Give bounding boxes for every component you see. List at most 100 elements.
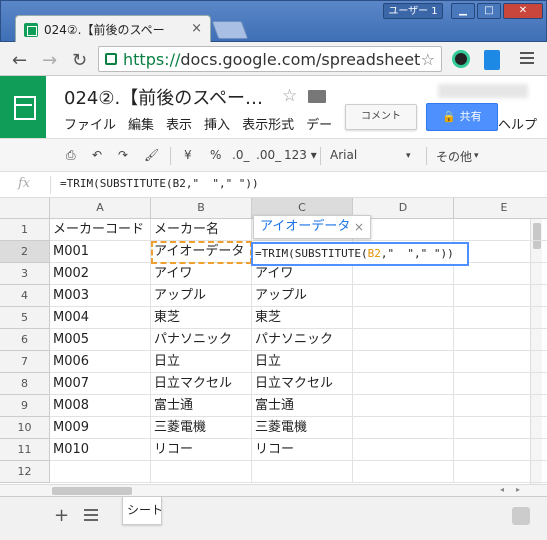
cell-d9[interactable] <box>353 395 454 417</box>
sheet-list-icon[interactable] <box>84 509 98 521</box>
cell-a11[interactable]: M010 <box>50 439 151 461</box>
cell-a10[interactable]: M009 <box>50 417 151 439</box>
reload-icon[interactable]: ↻ <box>72 50 87 71</box>
cell-b10[interactable]: 三菱電機 <box>151 417 252 439</box>
cell-e3[interactable] <box>454 263 547 285</box>
cell-a4[interactable]: M003 <box>50 285 151 307</box>
font-family-dropdown[interactable]: Arial <box>330 148 357 162</box>
cell-d3[interactable] <box>353 263 454 285</box>
cell-c6[interactable]: パナソニック <box>252 329 353 351</box>
cell-e10[interactable] <box>454 417 547 439</box>
horizontal-scroll-thumb[interactable] <box>52 487 132 495</box>
new-tab-button[interactable] <box>211 21 249 39</box>
undo-icon[interactable]: ↶ <box>92 148 102 162</box>
cell-e12[interactable] <box>454 461 547 483</box>
browser-tab[interactable]: 024②.【前後のスペー × <box>15 15 211 43</box>
cell-d11[interactable] <box>353 439 454 461</box>
cell-c9[interactable]: 富士通 <box>252 395 353 417</box>
row-header-1[interactable]: 1 <box>0 219 50 241</box>
number-format-dropdown[interactable]: 123 ▾ <box>284 148 317 162</box>
menu-edit[interactable]: 編集 <box>128 114 154 133</box>
cell-e11[interactable] <box>454 439 547 461</box>
cell-a9[interactable]: M008 <box>50 395 151 417</box>
browser-menu-icon[interactable] <box>520 52 534 66</box>
extension-book-icon[interactable] <box>484 50 500 70</box>
cell-e5[interactable] <box>454 307 547 329</box>
share-button[interactable]: 🔒 共有 <box>426 103 498 131</box>
chevron-down-icon[interactable]: ▾ <box>406 151 411 161</box>
cell-d8[interactable] <box>353 373 454 395</box>
cell-e7[interactable] <box>454 351 547 373</box>
redo-icon[interactable]: ↷ <box>118 148 128 162</box>
back-arrow-icon[interactable]: ← <box>12 50 27 71</box>
cell-b9[interactable]: 富士通 <box>151 395 252 417</box>
user-profile-badge[interactable]: ユーザー 1 <box>383 3 443 19</box>
cell-c11[interactable]: リコー <box>252 439 353 461</box>
cell-a12[interactable] <box>50 461 151 483</box>
cell-b1[interactable]: メーカー名 <box>151 219 252 241</box>
star-document-icon[interactable]: ☆ <box>282 86 297 106</box>
cell-a5[interactable]: M004 <box>50 307 151 329</box>
cell-b3[interactable]: アイワ <box>151 263 252 285</box>
row-header-2[interactable]: 2 <box>0 241 50 263</box>
cell-a6[interactable]: M005 <box>50 329 151 351</box>
chevron-down-icon[interactable]: ▾ <box>474 151 479 161</box>
cell-a3[interactable]: M002 <box>50 263 151 285</box>
cell-d4[interactable] <box>353 285 454 307</box>
cell-e6[interactable] <box>454 329 547 351</box>
currency-format-button[interactable]: ¥ <box>184 148 192 162</box>
sheet-tab[interactable]: シート <box>122 497 162 525</box>
cell-b7[interactable]: 日立 <box>151 351 252 373</box>
menu-view[interactable]: 表示 <box>166 114 192 133</box>
cell-d7[interactable] <box>353 351 454 373</box>
explore-icon[interactable] <box>512 507 530 525</box>
cell-b6[interactable]: パナソニック <box>151 329 252 351</box>
column-header-b[interactable]: B <box>151 198 252 219</box>
row-header-11[interactable]: 11 <box>0 439 50 461</box>
cell-c4[interactable]: アップル <box>252 285 353 307</box>
menu-file[interactable]: ファイル <box>64 114 116 133</box>
scroll-right-arrow-icon[interactable]: ▸ <box>516 485 520 494</box>
cell-c10[interactable]: 三菱電機 <box>252 417 353 439</box>
row-header-7[interactable]: 7 <box>0 351 50 373</box>
row-header-5[interactable]: 5 <box>0 307 50 329</box>
more-tools-button[interactable]: その他 <box>436 148 472 165</box>
minimize-button[interactable]: ▁ <box>451 3 475 19</box>
cell-c12[interactable] <box>252 461 353 483</box>
row-header-6[interactable]: 6 <box>0 329 50 351</box>
forward-arrow-icon[interactable]: → <box>42 50 57 71</box>
cell-c3[interactable]: アイワ <box>252 263 353 285</box>
increase-decimal-button[interactable]: .00_ <box>256 148 281 162</box>
cell-e8[interactable] <box>454 373 547 395</box>
cell-c5[interactable]: 東芝 <box>252 307 353 329</box>
cell-e9[interactable] <box>454 395 547 417</box>
formula-input[interactable]: =TRIM(SUBSTITUTE(B2," "," ")) <box>60 177 259 190</box>
column-header-a[interactable]: A <box>50 198 151 219</box>
sheets-logo-icon[interactable] <box>0 76 46 138</box>
cell-a8[interactable]: M007 <box>50 373 151 395</box>
print-icon[interactable]: ⎙ <box>66 148 76 163</box>
cell-d6[interactable] <box>353 329 454 351</box>
cell-e1[interactable] <box>454 219 547 241</box>
cell-b8[interactable]: 日立マクセル <box>151 373 252 395</box>
maximize-button[interactable]: □ <box>477 3 501 19</box>
document-title[interactable]: 024②.【前後のスペー… <box>64 84 263 110</box>
extension-circle-icon[interactable] <box>452 50 470 68</box>
cell-d10[interactable] <box>353 417 454 439</box>
scroll-left-arrow-icon[interactable]: ◂ <box>500 485 504 494</box>
cell-a2[interactable]: M001 <box>50 241 151 263</box>
row-header-8[interactable]: 8 <box>0 373 50 395</box>
cell-a1[interactable]: メーカーコード <box>50 219 151 241</box>
cell-b5[interactable]: 東芝 <box>151 307 252 329</box>
menu-format[interactable]: 表示形式 <box>242 114 294 133</box>
tooltip-close-icon[interactable]: × <box>354 216 364 238</box>
select-all-corner[interactable] <box>0 198 50 219</box>
folder-icon[interactable] <box>308 90 326 103</box>
row-header-12[interactable]: 12 <box>0 461 50 483</box>
row-header-3[interactable]: 3 <box>0 263 50 285</box>
comment-button[interactable]: コメント <box>345 104 417 130</box>
menu-data[interactable]: デー <box>306 114 332 133</box>
horizontal-scrollbar[interactable]: ◂ ▸ <box>0 484 547 496</box>
row-header-9[interactable]: 9 <box>0 395 50 417</box>
spreadsheet-grid[interactable]: A B C D E 1 メーカーコード メーカー名 2 M001 アイオーデータ 3 M002 アイワ アイ… <box>0 198 547 484</box>
